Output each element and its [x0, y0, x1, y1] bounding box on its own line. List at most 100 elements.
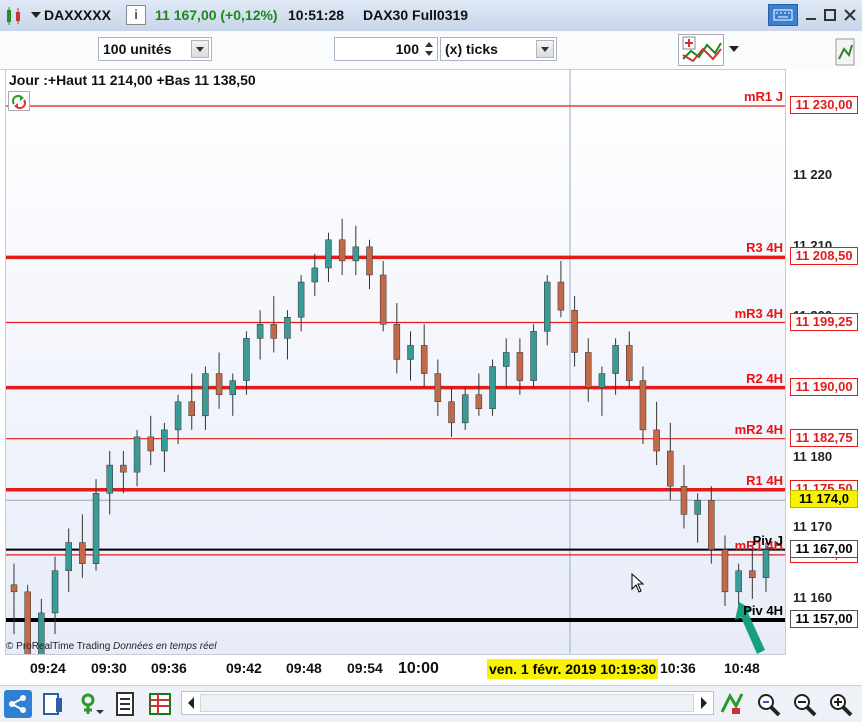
candle-body — [598, 373, 606, 388]
x-tick-label: 09:48 — [286, 660, 322, 676]
close-icon[interactable] — [842, 4, 858, 26]
level-label: R1 4H — [746, 472, 783, 488]
zoom-out-icon[interactable] — [790, 690, 818, 718]
candle-body — [516, 352, 524, 381]
horizontal-scrollbar[interactable] — [181, 691, 714, 715]
candle-body — [256, 324, 264, 339]
realtime-note: Données en temps réel — [113, 641, 217, 652]
level-price-tag: 11 182,75 — [790, 428, 858, 447]
x-tick-label: 09:54 — [347, 660, 383, 676]
instrument-name[interactable]: DAXXXXX — [44, 7, 111, 23]
chart-header: Jour :+Haut 11 214,00 +Bas 11 138,50 — [9, 72, 256, 88]
copyright-note: © ProRealTime Trading Données en temps r… — [6, 641, 216, 652]
candle-body — [461, 394, 469, 424]
candle-body — [202, 373, 209, 417]
draw-icon[interactable] — [718, 690, 746, 718]
keyboard-icon[interactable] — [768, 4, 798, 26]
level-label: mR3 4H — [734, 305, 783, 321]
level-label: R2 4H — [746, 370, 783, 386]
ticks-unit-select[interactable]: (x) ticks — [440, 37, 557, 61]
y-tick-label: 11 220 — [793, 167, 833, 183]
share-icon[interactable] — [4, 690, 32, 718]
level-label: Piv 4H — [743, 603, 783, 618]
candle-body — [680, 485, 688, 515]
x-tick-label: 10:48 — [724, 660, 760, 676]
candle-body — [92, 493, 100, 564]
strategy-icon[interactable] — [678, 34, 724, 66]
current-price-tag: 11 174,0 — [790, 490, 858, 509]
layout-icon[interactable] — [40, 690, 68, 718]
chart-settings-icon[interactable] — [834, 37, 856, 67]
candle-body — [106, 464, 113, 494]
candle-body — [393, 324, 401, 360]
level-price-tag: 11 199,25 — [790, 312, 858, 331]
candle-body — [557, 281, 565, 311]
candle-body — [79, 542, 86, 564]
price-axis[interactable] — [786, 69, 862, 655]
ticks-unit-value: (x) ticks — [445, 41, 498, 57]
scroll-left-icon[interactable] — [185, 696, 197, 710]
candle-body — [297, 281, 305, 318]
candle-body — [543, 281, 551, 332]
maximize-icon[interactable] — [822, 4, 838, 26]
indicator-icon[interactable] — [78, 690, 106, 718]
candle-body — [653, 429, 660, 452]
level-label: Piv J — [752, 532, 783, 548]
candle-body — [51, 570, 59, 614]
candle-body — [448, 401, 455, 424]
cursor-time-label: ven. 1 févr. 2019 10:19:30 — [487, 659, 659, 679]
candle-body — [243, 338, 250, 381]
x-tick-label: 09:42 — [226, 660, 262, 676]
candle-body — [229, 380, 237, 395]
refresh-icon[interactable] — [8, 91, 30, 111]
x-tick-label: 09:36 — [151, 660, 187, 676]
chart-canvas[interactable] — [6, 70, 786, 655]
candle-body — [585, 352, 592, 388]
candle-body — [133, 436, 141, 473]
candle-body — [366, 246, 373, 276]
candle-body — [65, 542, 72, 571]
level-label: mR1 J — [743, 89, 783, 104]
scroll-thumb[interactable] — [200, 694, 694, 712]
candle-body — [502, 352, 510, 367]
minimize-icon[interactable] — [803, 4, 819, 26]
candle-body — [325, 239, 332, 269]
candle-body — [667, 450, 674, 487]
level-price-tag: 11 167,00 — [790, 539, 858, 558]
candle-body — [147, 436, 154, 452]
copyright-text: © ProRealTime Trading — [6, 641, 111, 652]
candle-body — [434, 373, 442, 402]
level-label: mR2 4H — [734, 421, 783, 437]
zoom-in-icon[interactable] — [826, 690, 854, 718]
candle-body — [215, 373, 223, 395]
candle-body — [489, 366, 496, 410]
price-chart[interactable]: Jour :+Haut 11 214,00 +Bas 11 138,50 © P… — [5, 69, 786, 655]
chevron-down-icon[interactable] — [728, 44, 740, 54]
level-price-tag: 11 208,50 — [790, 247, 858, 266]
bottom-toolbar — [0, 685, 862, 722]
chevron-down-icon[interactable] — [191, 40, 209, 58]
candle-body — [626, 345, 633, 381]
info-icon[interactable]: i — [126, 5, 146, 25]
zoom-fit-icon[interactable] — [754, 690, 782, 718]
y-tick-label: 11 180 — [793, 449, 833, 465]
quantity-value: 100 unités — [103, 41, 172, 57]
stepper-icon[interactable] — [423, 40, 435, 58]
candle-body — [120, 464, 127, 473]
candle-body — [270, 324, 278, 339]
candle-body — [639, 380, 647, 431]
candle-body — [530, 331, 537, 381]
checklist-icon[interactable] — [112, 690, 140, 718]
candle-body — [571, 309, 578, 353]
chevron-down-icon[interactable] — [536, 40, 554, 58]
candle-body — [762, 549, 770, 579]
quantity-select[interactable]: 100 unités — [98, 37, 212, 61]
title-bar: DAXXXXX i 11 167,00 (+0,12%) 10:51:28 DA… — [0, 0, 862, 32]
scroll-right-icon[interactable] — [698, 696, 710, 710]
candle-body — [708, 500, 715, 550]
ticks-input[interactable]: 100 — [334, 37, 438, 61]
y-tick-label: 11 170 — [793, 519, 833, 535]
instrument-dropdown-icon[interactable] — [31, 12, 41, 20]
x-tick-label: 10:00 — [398, 660, 439, 677]
spreadsheet-icon[interactable] — [146, 690, 174, 718]
